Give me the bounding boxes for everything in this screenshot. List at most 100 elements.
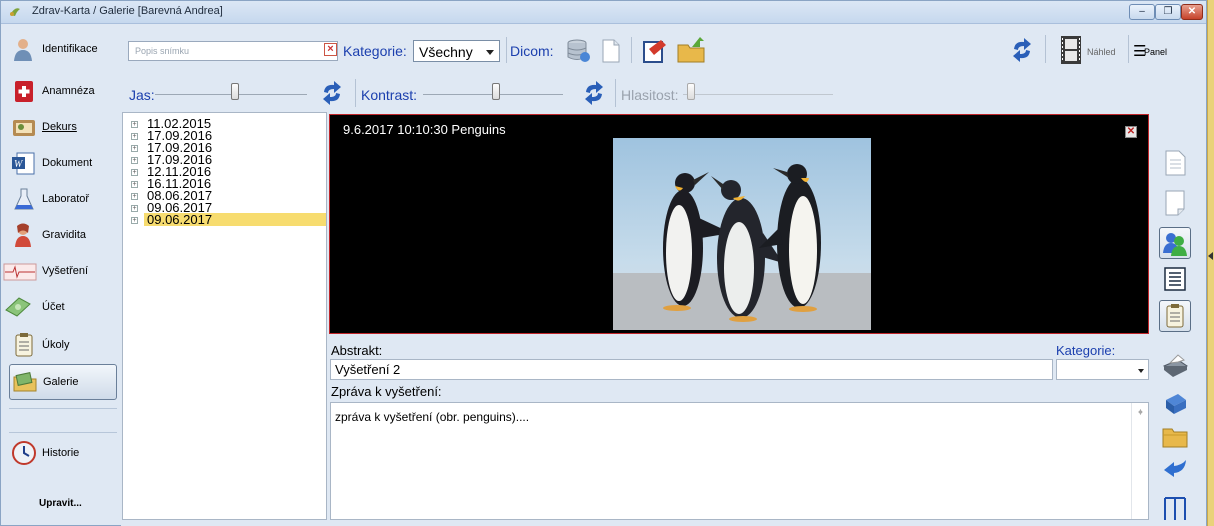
nahled-label[interactable]: Náhled <box>1087 47 1116 57</box>
blank-page-icon[interactable] <box>1160 188 1190 218</box>
zprava-value: zpráva k vyšetření (obr. penguins).... <box>335 410 530 424</box>
clear-search-button[interactable]: × <box>324 43 337 56</box>
sidebar-item-ucet[interactable]: Účet <box>5 290 117 324</box>
panel-label[interactable]: Panel <box>1144 47 1167 57</box>
sidebar-item-dekurs[interactable]: Dekurs <box>9 110 117 144</box>
sidebar-item-label: Dokument <box>42 157 93 169</box>
sidebar-item-gravidita[interactable]: Gravidita <box>9 218 117 252</box>
sidebar-divider <box>9 408 117 409</box>
folder-icon[interactable] <box>1160 422 1190 452</box>
date-tree: +11.02.2015 +17.09.2016 +17.09.2016 +17.… <box>122 112 327 520</box>
abstrakt-field[interactable]: Vyšetření 2 <box>330 359 1053 380</box>
kategorie-label: Kategorie: <box>343 43 407 59</box>
sidebar-item-vysetreni[interactable]: Vyšetření <box>3 254 117 288</box>
maximize-button[interactable]: ❐ <box>1155 4 1181 20</box>
sidebar-item-label: Účet <box>42 301 65 313</box>
text-document-icon[interactable] <box>1160 148 1190 178</box>
expand-icon[interactable]: + <box>131 205 138 212</box>
dicom-label: Dicom: <box>510 43 554 59</box>
sidebar-item-laborator[interactable]: Laboratoř <box>9 182 117 216</box>
scanner-icon[interactable] <box>1160 388 1190 418</box>
image-caption: 9.6.2017 10:10:30 Penguins <box>343 122 506 137</box>
expand-icon[interactable]: + <box>131 217 138 224</box>
docked-panel-edge[interactable] <box>1207 0 1214 526</box>
kategorie-detail-select[interactable] <box>1056 359 1149 380</box>
blank-document-icon[interactable] <box>599 38 623 64</box>
close-window-button[interactable]: ✕ <box>1181 4 1203 20</box>
open-folder-icon[interactable] <box>676 35 708 65</box>
clock-icon <box>12 441 36 465</box>
printer-icon[interactable] <box>1160 352 1190 382</box>
columns-icon[interactable] <box>1160 492 1190 522</box>
sidebar-divider <box>9 432 117 433</box>
sidebar-item-ukoly[interactable]: Úkoly <box>9 328 117 362</box>
sidebar-item-identifikace[interactable]: Identifikace <box>9 32 117 66</box>
window-title: Zdrav-Karta / Galerie [Barevná Andrea] <box>32 5 223 17</box>
tree-node-selected[interactable]: +09.06.2017 <box>127 213 327 226</box>
expand-icon[interactable]: + <box>131 121 138 128</box>
export-red-icon[interactable] <box>641 37 669 65</box>
minimize-button[interactable]: ‒ <box>1129 4 1155 20</box>
image-viewer: 9.6.2017 10:10:30 Penguins ✕ <box>329 114 1149 334</box>
medical-kit-icon <box>15 81 33 102</box>
zprava-scrollbar[interactable]: ▲ ▼ <box>1131 403 1148 519</box>
jas-slider-thumb[interactable] <box>231 83 239 100</box>
search-input[interactable]: Popis snímku <box>128 41 338 61</box>
expand-icon[interactable]: + <box>131 157 138 164</box>
reset-jas-icon[interactable] <box>319 80 345 106</box>
clipboard-icon <box>15 333 33 357</box>
expand-icon[interactable]: + <box>131 181 138 188</box>
kategorie-select[interactable]: Všechny <box>413 40 500 62</box>
abstrakt-label: Abstrakt: <box>331 343 383 358</box>
database-icon[interactable] <box>565 38 591 64</box>
toolbar-divider <box>1045 35 1046 63</box>
expand-icon[interactable]: + <box>131 193 138 200</box>
zprava-textarea[interactable]: zpráva k vyšetření (obr. penguins).... ▲… <box>330 402 1149 520</box>
kontrast-label: Kontrast: <box>361 87 418 103</box>
penguins-image[interactable] <box>613 138 871 330</box>
hlasitost-slider-thumb[interactable] <box>687 83 695 100</box>
person-icon <box>14 39 32 61</box>
word-document-icon: W <box>12 152 35 175</box>
sidebar-item-anamneza[interactable]: Anamnéza <box>9 74 117 108</box>
sidebar-item-dokument[interactable]: W Dokument <box>9 146 117 180</box>
kontrast-slider-thumb[interactable] <box>492 83 500 100</box>
upravit-link[interactable]: Upravit... <box>39 498 82 509</box>
abstrakt-value: Vyšetření 2 <box>335 362 401 377</box>
sidebar-item-label: Gravidita <box>42 229 87 241</box>
close-image-button[interactable]: ✕ <box>1125 126 1137 138</box>
sidebar-item-historie[interactable]: Historie <box>9 436 117 470</box>
jas-label: Jas: <box>129 87 155 103</box>
expand-icon[interactable]: + <box>131 133 138 140</box>
kategorie-select-value: Všechny <box>419 44 473 60</box>
money-icon <box>5 297 31 317</box>
expand-icon[interactable]: + <box>131 145 138 152</box>
toolbar-divider <box>631 37 632 63</box>
app-icon <box>10 8 20 16</box>
users-toggle-button[interactable] <box>1159 227 1191 259</box>
sidebar-item-label: Vyšetření <box>42 265 89 277</box>
toolbar-divider <box>506 37 507 63</box>
ekg-icon <box>3 263 37 281</box>
right-toolbar <box>1151 112 1206 522</box>
reset-kontrast-icon[interactable] <box>581 80 607 106</box>
chevron-down-icon <box>1138 369 1144 373</box>
sidebar-item-galerie[interactable]: Galerie <box>9 364 117 400</box>
woman-icon <box>15 223 31 247</box>
sidebar-item-label: Dekurs <box>42 121 77 133</box>
sidebar-item-label: Anamnéza <box>42 85 95 97</box>
back-arrow-icon[interactable] <box>1160 452 1190 482</box>
hlasitost-slider-track[interactable] <box>683 94 833 95</box>
expand-icon[interactable]: + <box>131 169 138 176</box>
film-icon[interactable] <box>1059 35 1083 65</box>
notes-toggle-button[interactable] <box>1159 300 1191 332</box>
toolbar-divider <box>355 79 356 107</box>
gallery-icon <box>13 372 37 392</box>
chevron-down-icon <box>486 50 494 55</box>
list-icon[interactable] <box>1160 264 1190 294</box>
refresh-icon[interactable] <box>1009 37 1035 63</box>
notebook-icon <box>13 120 35 136</box>
flask-icon <box>14 188 34 210</box>
scroll-down-icon[interactable]: ▼ <box>1137 410 1144 515</box>
collapse-arrow-icon[interactable] <box>1208 252 1213 260</box>
